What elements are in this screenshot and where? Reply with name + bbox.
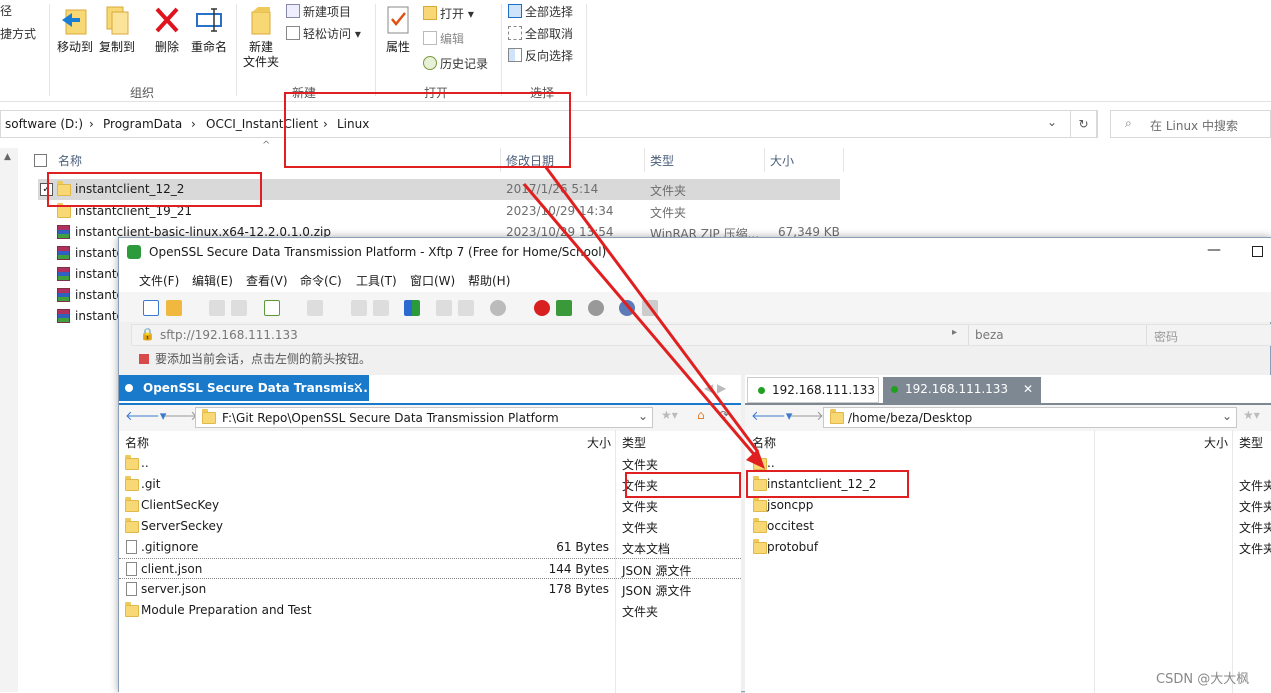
annotation-arrow — [543, 165, 760, 453]
annotation-arrowhead — [746, 449, 765, 469]
annotation-arrow — [522, 183, 760, 460]
watermark: CSDN @大大枫 — [1156, 672, 1250, 687]
annotation-arrows — [522, 165, 765, 469]
